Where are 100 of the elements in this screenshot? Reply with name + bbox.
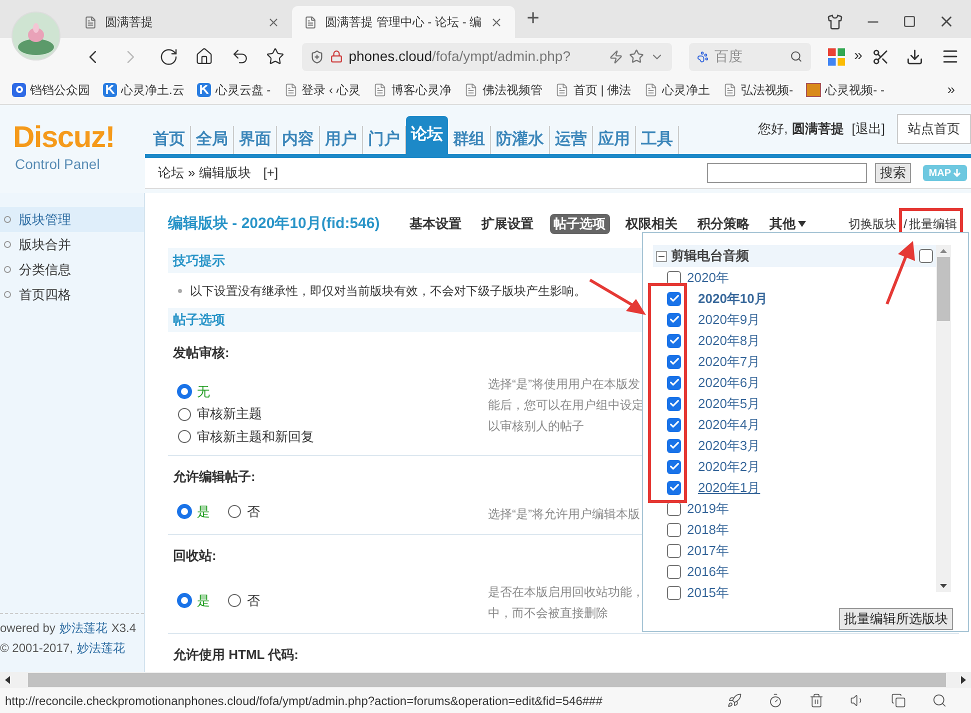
settings-tab[interactable]: 其他 [766,214,810,234]
search-field[interactable] [706,163,867,183]
download-icon[interactable] [906,48,924,66]
nav-tab[interactable]: 界面 [234,126,277,154]
breadcrumb-item[interactable]: 论坛 [158,163,184,183]
forum-link[interactable]: 2020年8月 [698,330,760,350]
checkbox[interactable] [667,564,681,578]
checkbox[interactable] [667,544,681,558]
radio-button[interactable] [178,594,191,607]
batch-edit-selected-button[interactable]: 批量编辑所选版块 [839,608,953,630]
forum-link[interactable]: 2017年 [687,540,729,560]
sidebar-item[interactable]: 分类信息 [0,257,144,282]
checkbox[interactable] [667,396,681,410]
trash-icon[interactable] [809,693,824,708]
sidebar-item[interactable]: 首页四格 [0,282,144,307]
forum-link[interactable]: 2020年10月 [698,288,768,308]
search-input[interactable]: 百度 [714,46,784,67]
batch-edit-link[interactable]: 批量编辑 [909,215,957,233]
bookmark-link[interactable]: 铛铛公众园 [30,80,90,98]
scissors-icon[interactable] [872,48,890,66]
scrollbar-thumb[interactable] [937,257,950,321]
forum-link[interactable]: 2020年7月 [698,352,760,372]
rocket-icon[interactable] [727,693,742,708]
bookmark-link[interactable]: 首页 | 佛法 [573,80,632,98]
sidebar-item[interactable]: 版块管理 [0,207,144,232]
forum-link[interactable]: 2018年 [687,520,729,540]
checkbox[interactable] [667,354,681,368]
scrollbar[interactable] [936,245,951,592]
checkbox[interactable] [667,270,681,284]
settings-tab[interactable]: 帖子选项 [550,214,610,234]
collapse-icon[interactable] [656,250,667,262]
nav-tab[interactable]: 防灌水 [491,126,550,154]
forum-link[interactable]: 2020年1月 [698,478,760,498]
settings-tab[interactable]: 积分策略 [694,214,754,234]
bookmark-link[interactable]: 心灵净土.云 [121,80,184,98]
bookmark-link[interactable]: 心灵净土 [662,80,710,98]
forum-link[interactable]: 2020年3月 [698,436,760,456]
site-home-button[interactable]: 站点首页 [897,114,971,144]
checkbox[interactable] [667,376,681,390]
radio-button[interactable] [228,504,241,518]
scrollbar[interactable] [0,672,971,688]
settings-tab[interactable]: 基本设置 [406,214,466,234]
browser-tab[interactable]: 圆满菩提 管理中心 - 论坛 - 编 [292,6,515,38]
switch-forum-link[interactable]: 切换版块 [848,215,897,233]
forum-link[interactable]: 2016年 [687,562,729,582]
forum-link[interactable]: 2019年 [687,498,729,518]
checkbox[interactable] [667,418,681,432]
checkbox[interactable] [667,522,681,536]
more-button[interactable]: » [947,79,955,100]
search-icon[interactable] [790,49,803,64]
close-icon[interactable] [490,16,503,28]
search-button[interactable]: 搜索 [874,163,911,183]
radio-button[interactable] [228,594,241,607]
settings-tab[interactable]: 权限相关 [622,214,682,234]
nav-tab[interactable]: 应用 [593,126,636,154]
new-tab-button[interactable]: + [514,1,552,38]
breadcrumb-item[interactable]: 编辑版块 [199,163,252,183]
footer-link[interactable]: 妙法莲花 [59,618,108,638]
window-icon[interactable] [891,693,906,708]
footer-link[interactable]: 妙法莲花 [76,638,125,658]
nav-tab[interactable]: 全局 [191,126,234,154]
checkbox[interactable] [667,292,681,306]
forum-link[interactable]: 2015年 [687,582,729,602]
forum-link[interactable]: 2020年5月 [698,394,760,414]
checkbox[interactable] [667,438,681,452]
skin-icon[interactable] [827,14,843,30]
close-icon[interactable] [267,16,280,28]
sidebar-item[interactable]: 版块合并 [0,232,144,257]
search-icon[interactable] [932,693,947,708]
address-bar[interactable]: phones.cloud/fofa/ympt/admin.php? [302,42,672,70]
checkbox[interactable] [667,460,681,474]
nav-tab[interactable]: 工具 [636,126,679,154]
checkbox[interactable] [667,312,681,326]
more-button[interactable]: » [854,45,863,68]
forum-link[interactable]: 2020年6月 [698,372,760,392]
nav-tab[interactable]: 内容 [277,126,320,154]
forum-link[interactable]: 2020年2月 [698,456,760,476]
nav-tab[interactable]: 论坛 [406,116,448,154]
forum-link[interactable]: 2020年4月 [698,414,760,434]
scrollbar-thumb[interactable] [28,673,946,687]
forum-link[interactable]: 2020年9月 [698,310,760,330]
radio-button[interactable] [178,385,191,398]
undo-icon[interactable] [230,47,250,66]
reload-icon[interactable] [158,46,178,66]
checkbox[interactable] [667,586,681,600]
search-bar[interactable]: 百度 [688,42,811,70]
bookmark-link[interactable]: 佛法视频管 [482,80,542,98]
bookmark-icon[interactable] [266,47,285,66]
radio-button[interactable] [178,408,191,421]
star-icon[interactable] [628,49,644,64]
nav-tab[interactable]: 群组 [448,126,491,154]
logout-link[interactable]: [退出] [852,119,885,139]
apps-icon[interactable] [828,48,846,66]
lightning-icon[interactable] [608,50,623,64]
add-link[interactable]: [+] [263,163,278,183]
radio-button[interactable] [178,504,191,518]
radio-button[interactable] [178,430,191,444]
timer-icon[interactable] [768,693,783,708]
home-icon[interactable] [195,47,214,66]
bookmark-link[interactable]: 弘法视频- [741,80,794,98]
